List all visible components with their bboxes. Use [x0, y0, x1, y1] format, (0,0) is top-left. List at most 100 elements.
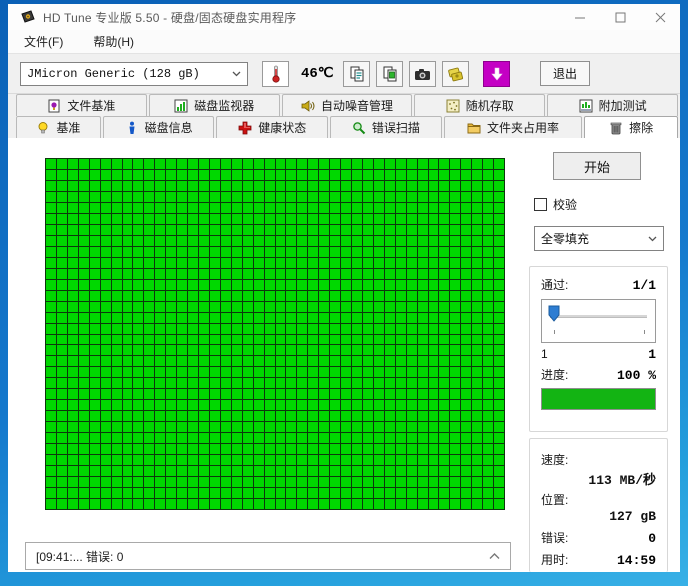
scan-block [384, 323, 395, 334]
scan-block [461, 411, 472, 422]
scan-block [209, 159, 220, 169]
tab-disk-info[interactable]: 磁盘信息 [102, 116, 215, 138]
scan-block [188, 433, 198, 444]
status-log[interactable]: [09:41:... 错误: 0 [25, 542, 511, 570]
scan-block [67, 345, 78, 356]
scan-block [199, 268, 209, 279]
tab-benchmark[interactable]: 基准 [16, 116, 101, 138]
scan-block [89, 202, 100, 213]
scan-block [297, 367, 308, 378]
title-bar[interactable]: HD Tune 专业版 5.50 - 硬盘/固态硬盘实用程序 [8, 4, 680, 30]
scan-block [188, 159, 198, 169]
minimize-button[interactable] [560, 4, 600, 30]
scan-block [373, 422, 384, 433]
scan-block [253, 202, 264, 213]
scan-block [264, 224, 275, 235]
menu-file[interactable]: 文件(F) [22, 31, 65, 52]
scan-block [395, 444, 406, 455]
export-button[interactable] [442, 60, 469, 87]
tab-folder-usage[interactable]: 文件夹占用率 [443, 116, 583, 138]
scan-block [308, 488, 319, 499]
scan-block [352, 411, 362, 422]
scan-block [406, 268, 417, 279]
scan-block [67, 159, 78, 169]
scan-block [319, 466, 330, 477]
copy-text-button[interactable] [343, 60, 370, 87]
scan-block [264, 334, 275, 345]
scan-block [166, 356, 177, 367]
tab-erase[interactable]: 擦除 [584, 116, 678, 138]
temperature-button[interactable] [262, 60, 289, 87]
scan-block [188, 191, 198, 202]
scan-block [428, 213, 439, 224]
verify-checkbox[interactable] [534, 198, 547, 211]
close-button[interactable] [640, 4, 680, 30]
tab-disk-monitor[interactable]: 磁盘监视器 [148, 94, 280, 116]
download-update-button[interactable] [483, 60, 510, 87]
scan-block [122, 169, 133, 180]
tab-extra-tests[interactable]: 附加测试 [547, 94, 678, 116]
tab-error-scan[interactable]: 错误扫描 [330, 116, 442, 138]
scan-block [188, 180, 198, 191]
scan-block [78, 488, 89, 499]
scan-block [166, 455, 177, 466]
scan-block [417, 279, 428, 290]
scan-block [428, 279, 439, 290]
scan-block [450, 159, 461, 169]
scan-block [308, 169, 319, 180]
file-benchmark-icon [48, 99, 60, 112]
scan-block [472, 224, 483, 235]
scan-block [330, 301, 341, 312]
fill-mode-select[interactable]: 全零填充 [534, 226, 664, 251]
copy-image-button[interactable] [376, 60, 403, 87]
scan-block [275, 433, 286, 444]
scan-block [406, 235, 417, 246]
scan-block [384, 477, 395, 488]
scan-block [384, 389, 395, 400]
scan-block [373, 488, 384, 499]
tab-noise-management[interactable]: 自动噪音管理 [281, 94, 413, 116]
scan-block [209, 312, 220, 323]
scan-block [483, 202, 494, 213]
scan-block [67, 323, 78, 334]
tab-health-status[interactable]: 健康状态 [216, 116, 329, 138]
pass-slider[interactable] [541, 299, 656, 343]
scan-block [483, 400, 494, 411]
scan-block [450, 367, 461, 378]
screenshot-button[interactable] [409, 60, 436, 87]
scan-block [319, 279, 330, 290]
speed-label: 速度: [541, 453, 569, 467]
scan-block [275, 334, 286, 345]
scan-block [199, 477, 209, 488]
scan-block [253, 477, 264, 488]
tab-file-benchmark[interactable]: 文件基准 [16, 94, 147, 116]
maximize-button[interactable] [600, 4, 640, 30]
scan-block [341, 169, 351, 180]
exit-button[interactable]: 退出 [540, 61, 590, 86]
scan-block [308, 378, 319, 389]
scan-block [494, 411, 504, 422]
scan-block [450, 400, 461, 411]
scroll-up-icon[interactable] [489, 552, 500, 560]
scan-block [188, 301, 198, 312]
scan-block [56, 169, 67, 180]
scan-block [177, 345, 188, 356]
scan-block [242, 411, 253, 422]
scan-block [122, 356, 133, 367]
scan-block [439, 191, 450, 202]
scan-block [472, 488, 483, 499]
scan-block [352, 235, 362, 246]
start-button[interactable]: 开始 [553, 152, 641, 180]
menu-help[interactable]: 帮助(H) [91, 31, 136, 52]
scan-block [199, 224, 209, 235]
tab-random-access[interactable]: 随机存取 [414, 94, 546, 116]
tab-label: 磁盘信息 [144, 121, 193, 135]
drive-select[interactable]: JMicron Generic (128 gB) [20, 61, 248, 86]
scan-block [406, 213, 417, 224]
scan-block [199, 466, 209, 477]
scan-block [133, 400, 144, 411]
slider-thumb[interactable] [548, 305, 560, 322]
scan-block [450, 433, 461, 444]
scan-block [319, 323, 330, 334]
random-access-icon [446, 99, 460, 112]
